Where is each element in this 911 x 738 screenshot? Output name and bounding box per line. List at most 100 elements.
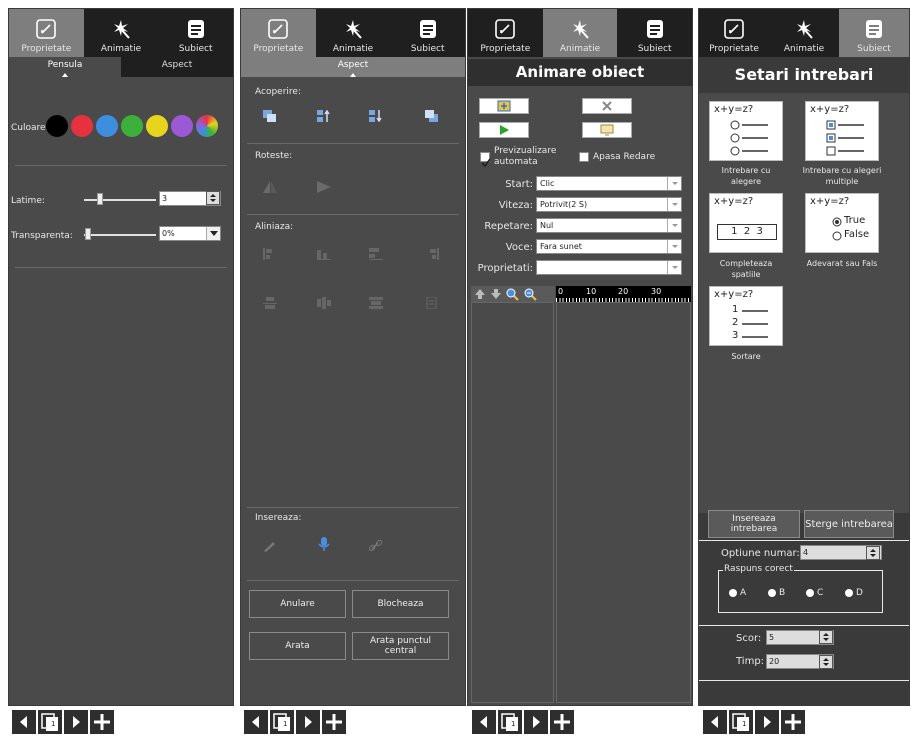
distribute-horizontal-icon[interactable] — [317, 294, 331, 309]
tab-subiect[interactable]: Subiect — [617, 9, 692, 57]
question-type-true-false[interactable]: x+y=z? True False — [805, 193, 879, 253]
timeline-area[interactable] — [556, 302, 691, 703]
latime-slider[interactable] — [84, 199, 156, 201]
question-type-sorting[interactable]: x+y=z? 1 2 3 — [709, 286, 783, 346]
start-dropdown[interactable]: Clic — [536, 176, 682, 191]
delete-question-button[interactable]: Sterge intrebarea — [804, 510, 894, 538]
insert-question-button[interactable]: Insereaza intrebarea — [708, 510, 800, 538]
delete-animation-button[interactable] — [582, 98, 632, 114]
page-thumbnail-button[interactable]: 1 — [498, 710, 522, 734]
subtab-aspect[interactable]: Aspect — [241, 57, 465, 77]
preview-button[interactable] — [582, 122, 632, 138]
anulare-button[interactable]: Anulare — [249, 590, 346, 618]
align-top-icon[interactable] — [369, 245, 383, 260]
color-swatch-purple[interactable] — [171, 115, 193, 137]
question-type-multiple-choice[interactable]: x+y=z? — [805, 101, 879, 161]
add-page-button[interactable] — [322, 710, 346, 734]
answer-radio-c[interactable] — [806, 589, 814, 597]
tab-subiect[interactable]: Subiect — [390, 9, 465, 57]
color-swatch-red[interactable] — [71, 115, 93, 137]
page-thumbnail-button[interactable]: 1 — [270, 710, 294, 734]
prev-page-button[interactable] — [244, 710, 268, 734]
distribute-vertical-icon[interactable] — [369, 294, 383, 309]
transparenta-slider[interactable] — [84, 234, 156, 236]
answer-radio-d[interactable] — [845, 589, 853, 597]
tab-animatie[interactable]: Animatie — [542, 9, 618, 57]
page-thumbnail-button[interactable]: 1 — [38, 710, 62, 734]
viteza-dropdown[interactable]: Potrivit(2 S) — [536, 197, 682, 212]
animation-list[interactable] — [471, 302, 554, 703]
bring-to-front-icon[interactable] — [263, 107, 277, 122]
play-button[interactable] — [479, 122, 529, 138]
chevron-down-icon[interactable] — [667, 240, 681, 253]
tab-proprietate[interactable]: Proprietate — [9, 9, 84, 57]
page-align-icon[interactable] — [425, 294, 439, 310]
chevron-down-icon[interactable] — [667, 177, 681, 190]
tab-animatie[interactable]: Animatie — [84, 9, 159, 57]
align-left-icon[interactable] — [263, 245, 277, 260]
align-center-icon[interactable] — [317, 245, 331, 260]
timp-spinner[interactable] — [819, 655, 833, 669]
subtab-aspect[interactable]: Aspect — [121, 57, 233, 77]
prev-page-button[interactable] — [703, 710, 727, 734]
zoom-in-icon[interactable] — [506, 288, 519, 301]
send-to-back-icon[interactable] — [425, 107, 439, 122]
arata-button[interactable]: Arata — [249, 632, 346, 660]
page-thumbnail-button[interactable]: 1 — [729, 710, 753, 734]
next-page-button[interactable] — [524, 710, 548, 734]
add-animation-button[interactable] — [479, 98, 529, 114]
voce-dropdown[interactable]: Fara sunet — [536, 239, 682, 254]
arata-punctul-central-button[interactable]: Arata punctul central — [352, 632, 449, 660]
next-page-button[interactable] — [755, 710, 779, 734]
tab-subiect[interactable]: Subiect — [839, 9, 909, 57]
microphone-icon[interactable] — [317, 536, 331, 551]
tab-proprietate[interactable]: Proprietate — [699, 9, 769, 57]
next-page-button[interactable] — [64, 710, 88, 734]
scor-spinner[interactable] — [819, 630, 833, 644]
zoom-out-icon[interactable] — [524, 288, 537, 301]
blocheaza-button[interactable]: Blocheaza — [352, 590, 449, 618]
question-type-single-choice[interactable]: x+y=z? — [709, 101, 783, 161]
bring-forward-icon[interactable] — [317, 107, 331, 122]
align-middle-icon[interactable] — [263, 294, 277, 309]
move-up-icon[interactable] — [474, 288, 486, 300]
chevron-down-icon[interactable] — [667, 261, 681, 274]
answer-radio-b[interactable] — [768, 589, 776, 597]
tab-proprietate[interactable]: Proprietate — [468, 9, 543, 57]
color-swatch-blue[interactable] — [96, 115, 118, 137]
next-page-button[interactable] — [296, 710, 320, 734]
apasa-redare-checkbox[interactable] — [579, 152, 589, 162]
latime-spinner[interactable] — [206, 191, 220, 205]
move-down-icon[interactable] — [490, 288, 502, 300]
latime-slider-thumb[interactable] — [97, 193, 103, 205]
chevron-down-icon[interactable] — [206, 227, 220, 240]
color-swatch-black[interactable] — [46, 115, 68, 137]
tab-proprietate[interactable]: Proprietate — [241, 9, 316, 57]
color-swatch-green[interactable] — [121, 115, 143, 137]
color-picker-wheel[interactable] — [196, 115, 218, 137]
tab-animatie[interactable]: Animatie — [769, 9, 839, 57]
chevron-down-icon[interactable] — [667, 219, 681, 232]
chevron-down-icon[interactable] — [667, 198, 681, 211]
color-swatch-yellow[interactable] — [146, 115, 168, 137]
repetare-dropdown[interactable]: Nul — [536, 218, 682, 233]
subtab-pensula[interactable]: Pensula — [9, 57, 121, 77]
add-page-button[interactable] — [781, 710, 805, 734]
optiune-spinner[interactable] — [866, 546, 880, 560]
align-right-icon[interactable] — [425, 245, 439, 260]
prev-page-button[interactable] — [472, 710, 496, 734]
tab-subiect[interactable]: Subiect — [158, 9, 233, 57]
question-type-fill-blanks[interactable]: x+y=z? 1 2 3 — [709, 193, 783, 253]
pencil-icon[interactable] — [263, 537, 277, 552]
tab-animatie[interactable]: Animatie — [316, 9, 391, 57]
proprietati-dropdown[interactable] — [536, 260, 682, 275]
flip-vertical-icon[interactable] — [317, 178, 331, 193]
auto-preview-checkbox[interactable] — [480, 152, 491, 168]
add-page-button[interactable] — [550, 710, 574, 734]
add-page-button[interactable] — [90, 710, 114, 734]
answer-radio-a[interactable] — [729, 589, 737, 597]
flip-horizontal-icon[interactable] — [263, 178, 277, 193]
prev-page-button[interactable] — [12, 710, 36, 734]
transparenta-slider-thumb[interactable] — [85, 228, 91, 240]
send-backward-icon[interactable] — [369, 107, 383, 123]
